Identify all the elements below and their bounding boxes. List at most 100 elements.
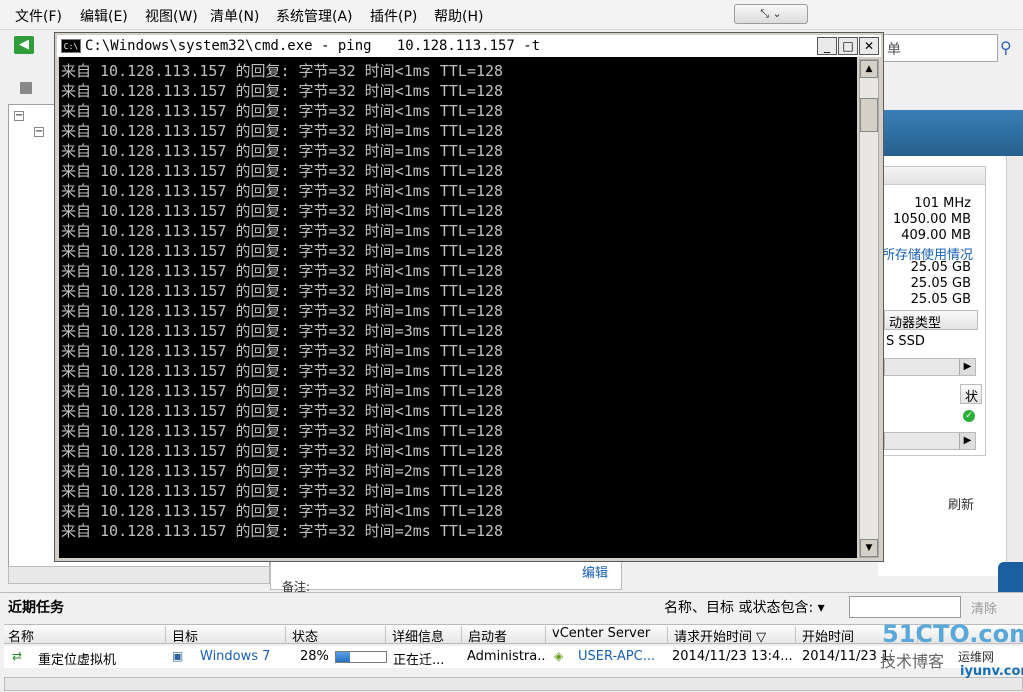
task-progress-fill — [336, 652, 350, 662]
drive-type-column-header[interactable]: 动器类型 — [884, 310, 978, 331]
recent-tasks-panel: 近期任务 名称、目标 或状态包含: ▾ 清除 名称 目标 状态 详细信息 启动者… — [0, 592, 1023, 692]
ping-output-line: 来自 10.128.113.157 的回复: 字节=32 时间=1ms TTL=… — [61, 342, 504, 360]
column-initiator[interactable]: 启动者 — [464, 626, 546, 645]
ping-output-line: 来自 10.128.113.157 的回复: 字节=32 时间<1ms TTL=… — [61, 102, 504, 120]
ping-output-line: 来自 10.128.113.157 的回复: 字节=32 时间=2ms TTL=… — [61, 462, 504, 480]
task-start-time: 2014/11/23 13:4... — [802, 649, 892, 664]
edit-notes-link[interactable]: 编辑 — [582, 562, 608, 581]
menu-plugins[interactable]: 插件(P) — [370, 6, 417, 26]
summary-header-bar — [878, 110, 1023, 156]
resources-card-header — [883, 167, 985, 185]
task-vcenter-link[interactable]: USER-APC... — [578, 649, 666, 664]
task-detail: 正在迁... — [393, 653, 445, 668]
ping-output-line: 来自 10.128.113.157 的回复: 字节=32 时间<1ms TTL=… — [61, 62, 504, 80]
ping-output-line: 来自 10.128.113.157 的回复: 字节=32 时间=2ms TTL=… — [61, 522, 504, 540]
vm-icon: ▣ — [172, 649, 184, 663]
ping-output-line: 来自 10.128.113.157 的回复: 字节=32 时间<1ms TTL=… — [61, 162, 504, 180]
ping-output-line: 来自 10.128.113.157 的回复: 字节=32 时间<1ms TTL=… — [61, 422, 504, 440]
watermark-tech-blog: 技术博客 — [880, 652, 945, 671]
toolbar-small-icon[interactable] — [20, 82, 32, 94]
maximize-button[interactable]: □ — [838, 37, 858, 55]
ping-output-line: 来自 10.128.113.157 的回复: 字节=32 时间=1ms TTL=… — [61, 222, 504, 240]
ping-output-line: 来自 10.128.113.157 的回复: 字节=32 时间=1ms TTL=… — [61, 282, 504, 300]
column-vcenter-server[interactable]: vCenter Server — [548, 626, 668, 644]
ping-output-line: 来自 10.128.113.157 的回复: 字节=32 时间=1ms TTL=… — [61, 242, 504, 260]
task-status-percent: 28% — [300, 649, 329, 664]
cmd-title-bar[interactable]: C:\ C:\Windows\system32\cmd.exe - ping 1… — [57, 35, 881, 57]
column-name[interactable]: 名称 — [4, 626, 166, 645]
ping-output-line: 来自 10.128.113.157 的回复: 字节=32 时间<1ms TTL=… — [61, 402, 504, 420]
task-relocate-icon: ⇄ — [12, 649, 23, 663]
recent-tasks-title: 近期任务 — [8, 600, 64, 616]
menu-edit[interactable]: 编辑(E) — [80, 6, 128, 26]
task-name: 重定位虚拟机 — [38, 653, 117, 668]
tasks-horizontal-scrollbar[interactable] — [4, 677, 1023, 691]
ping-output-line: 来自 10.128.113.157 的回复: 字节=32 时间<1ms TTL=… — [61, 502, 504, 520]
window-controls[interactable]: ⤡ ⌄ — [734, 4, 808, 24]
network-scrollbar[interactable]: ▶ — [884, 432, 976, 450]
ping-output-line: 来自 10.128.113.157 的回复: 字节=32 时间<1ms TTL=… — [61, 262, 504, 280]
storage-value-3: 25.05 GB — [910, 292, 971, 307]
tree-collapse-icon[interactable]: − — [34, 127, 44, 137]
scroll-up-icon[interactable]: ▲ — [860, 60, 878, 78]
drive-type-value: S SSD — [886, 334, 925, 349]
ping-output-line: 来自 10.128.113.157 的回复: 字节=32 时间<1ms TTL=… — [61, 182, 504, 200]
menu-help[interactable]: 帮助(H) — [434, 6, 483, 26]
ping-output-lines: 来自 10.128.113.157 的回复: 字节=32 时间<1ms TTL=… — [61, 61, 503, 541]
column-status[interactable]: 状态 — [288, 626, 386, 645]
cpu-usage-value: 101 MHz — [914, 196, 971, 211]
watermark-iyunv: iyunv.com — [960, 664, 1023, 679]
refresh-link[interactable]: 刷新 — [948, 494, 974, 513]
task-filter-label[interactable]: 名称、目标 或状态包含: ▾ — [664, 597, 825, 617]
summary-vertical-scrollbar[interactable] — [1006, 156, 1023, 576]
task-target-link[interactable]: Windows 7 — [200, 649, 284, 664]
storage-value-2: 25.05 GB — [910, 276, 971, 291]
storage-value-1: 25.05 GB — [910, 260, 971, 275]
tree-collapse-icon[interactable]: − — [14, 111, 24, 121]
cmd-app-icon: C:\ — [61, 39, 81, 53]
ping-output-line: 来自 10.128.113.157 的回复: 字节=32 时间=1ms TTL=… — [61, 142, 504, 160]
ping-output-line: 来自 10.128.113.157 的回复: 字节=32 时间=1ms TTL=… — [61, 122, 504, 140]
memory-value: 1050.00 MB — [892, 212, 971, 227]
search-icon[interactable]: ⚲ — [1000, 38, 1012, 57]
column-request-start-time[interactable]: 请求开始时间 ▽ — [670, 626, 796, 645]
menu-view[interactable]: 视图(W) — [145, 6, 198, 26]
close-button[interactable]: ✕ — [859, 37, 879, 55]
cmd-vertical-scrollbar[interactable]: ▲ ▼ — [859, 59, 879, 558]
menu-file[interactable]: 文件(F) — [15, 6, 62, 26]
column-details[interactable]: 详细信息 — [388, 626, 462, 645]
column-target[interactable]: 目标 — [168, 626, 286, 645]
status-column-header[interactable]: 状 — [960, 384, 982, 405]
clear-filter-link[interactable]: 清除 — [971, 598, 997, 617]
scroll-down-icon[interactable]: ▼ — [860, 539, 878, 557]
scroll-right-icon[interactable]: ▶ — [959, 359, 975, 375]
status-ok-icon: ✓ — [963, 410, 975, 422]
notes-panel — [270, 560, 622, 590]
back-arrow-icon[interactable]: ◀ — [14, 36, 34, 54]
ping-output-line: 来自 10.128.113.157 的回复: 字节=32 时间=1ms TTL=… — [61, 482, 504, 500]
watermark-51cto: 51CTO.com — [882, 620, 1023, 648]
task-progress-bar — [335, 651, 387, 663]
tree-horizontal-scrollbar[interactable] — [8, 566, 270, 584]
table-row[interactable]: ⇄ 重定位虚拟机 ▣ Windows 7 28% 正在迁... Administ… — [4, 646, 1023, 668]
cmd-window-title: C:\Windows\system32\cmd.exe - ping 10.12… — [85, 38, 541, 54]
ping-output-line: 来自 10.128.113.157 的回复: 字节=32 时间<1ms TTL=… — [61, 202, 504, 220]
task-request-time: 2014/11/23 13:4... — [672, 649, 793, 664]
scroll-right-icon[interactable]: ▶ — [959, 433, 975, 449]
cmd-console-output[interactable]: 来自 10.128.113.157 的回复: 字节=32 时间<1ms TTL=… — [59, 57, 857, 558]
scrollbar-thumb[interactable] — [860, 98, 878, 132]
menu-inventory[interactable]: 清单(N) — [210, 6, 259, 26]
datastore-scrollbar[interactable]: ▶ — [884, 358, 976, 376]
ping-output-line: 来自 10.128.113.157 的回复: 字节=32 时间<1ms TTL=… — [61, 82, 504, 100]
search-input[interactable]: 单 — [880, 34, 998, 62]
ping-output-line: 来自 10.128.113.157 的回复: 字节=32 时间=3ms TTL=… — [61, 322, 504, 340]
ping-output-line: 来自 10.128.113.157 的回复: 字节=32 时间=1ms TTL=… — [61, 362, 504, 380]
memory-active-value: 409.00 MB — [901, 228, 971, 243]
minimize-button[interactable]: _ — [817, 37, 837, 55]
ping-output-line: 来自 10.128.113.157 的回复: 字节=32 时间=1ms TTL=… — [61, 302, 504, 320]
ping-output-line: 来自 10.128.113.157 的回复: 字节=32 时间<1ms TTL=… — [61, 442, 504, 460]
ping-output-line: 来自 10.128.113.157 的回复: 字节=32 时间=1ms TTL=… — [61, 382, 504, 400]
task-filter-input[interactable] — [849, 596, 961, 618]
menu-administration[interactable]: 系统管理(A) — [276, 6, 353, 26]
tasks-table-header: 名称 目标 状态 详细信息 启动者 vCenter Server 请求开始时间 … — [4, 624, 1023, 645]
